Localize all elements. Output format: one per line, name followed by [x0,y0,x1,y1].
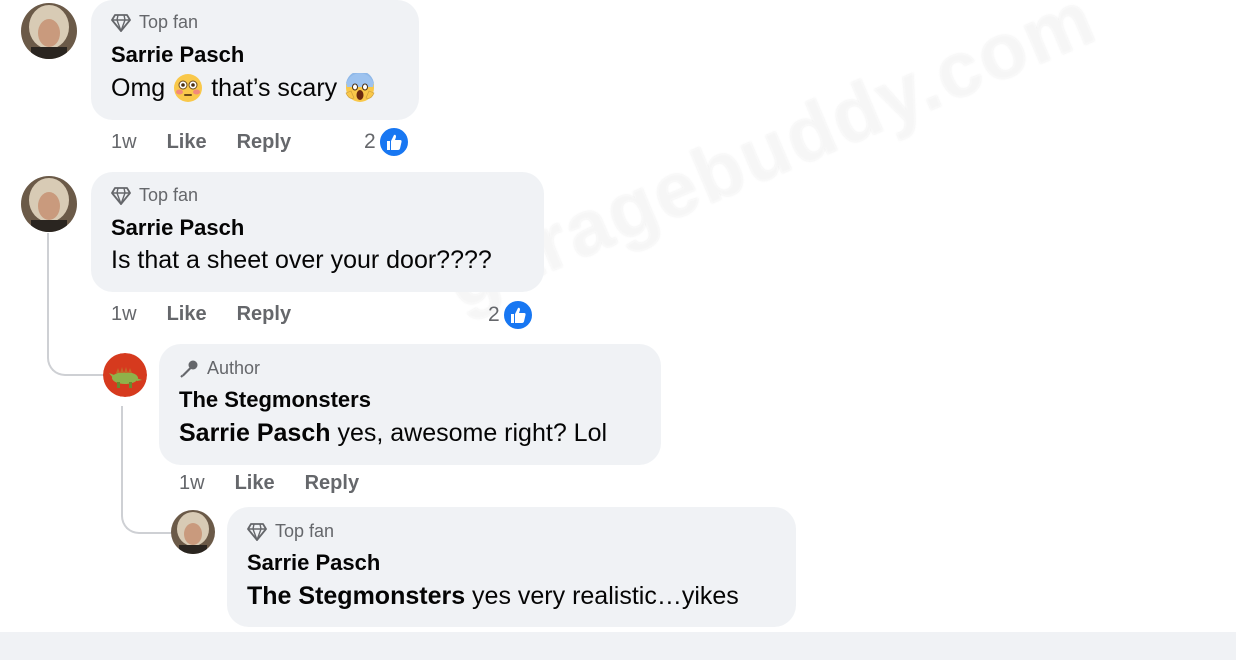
author-name[interactable]: The Stegmonsters [179,387,371,413]
thumbs-up-icon [501,299,534,331]
comment-bubble: Top fan Sarrie Pasch Is that a sheet ove… [91,172,544,292]
author-badge: Author [179,358,260,379]
avatar[interactable] [171,510,215,554]
avatar[interactable] [103,353,147,397]
mention-link[interactable]: The Stegmonsters [247,582,465,611]
comment-text: The Stegmonsters yes very realistic…yike… [247,582,739,611]
thumbs-up-icon [377,126,410,158]
comment-bubble: Author The Stegmonsters Sarrie Pasch yes… [159,344,661,465]
top-fan-badge: Top fan [111,12,198,33]
author-name[interactable]: Sarrie Pasch [111,42,244,68]
timestamp[interactable]: 1w [111,131,137,154]
comment-text: Omg that’s scary [111,73,383,103]
reaction-count[interactable]: 2 [488,299,534,331]
comment-text: Sarrie Pasch yes, awesome right? Lol [179,419,608,448]
like-button[interactable]: Like [235,472,275,495]
author-name[interactable]: Sarrie Pasch [247,550,380,576]
screaming-face-icon [345,73,375,102]
avatar[interactable] [21,176,77,232]
reply-button[interactable]: Reply [305,472,359,495]
like-button[interactable]: Like [167,131,207,154]
author-name[interactable]: Sarrie Pasch [111,215,244,241]
top-fan-badge: Top fan [111,185,198,206]
bottom-strip [0,632,1236,660]
microphone-icon [180,360,198,378]
diamond-icon [247,522,267,541]
timestamp[interactable]: 1w [111,303,137,326]
comment-actions: 1w Like Reply [111,131,321,154]
reply-button[interactable]: Reply [237,131,291,154]
comment-actions: 1w Like Reply [179,472,389,495]
mention-link[interactable]: Sarrie Pasch [179,419,331,448]
badge-label: Author [207,358,261,378]
comment-text: Is that a sheet over your door???? [111,246,492,274]
badge-label: Top fan [275,521,335,541]
reaction-count[interactable]: 2 [364,126,410,158]
flushed-face-icon [174,74,203,102]
top-fan-badge: Top fan [247,521,334,542]
avatar[interactable] [21,3,77,59]
comment-bubble: Top fan Sarrie Pasch Omg that’s scary [91,0,419,120]
timestamp[interactable]: 1w [179,472,205,495]
diamond-icon [111,13,131,32]
diamond-icon [111,186,131,205]
comment-actions: 1w Like Reply [111,303,321,326]
badge-label: Top fan [139,185,199,205]
reply-button[interactable]: Reply [237,303,291,326]
like-button[interactable]: Like [167,303,207,326]
comment-bubble: Top fan Sarrie Pasch The Stegmonsters ye… [227,507,796,627]
badge-label: Top fan [139,12,199,32]
